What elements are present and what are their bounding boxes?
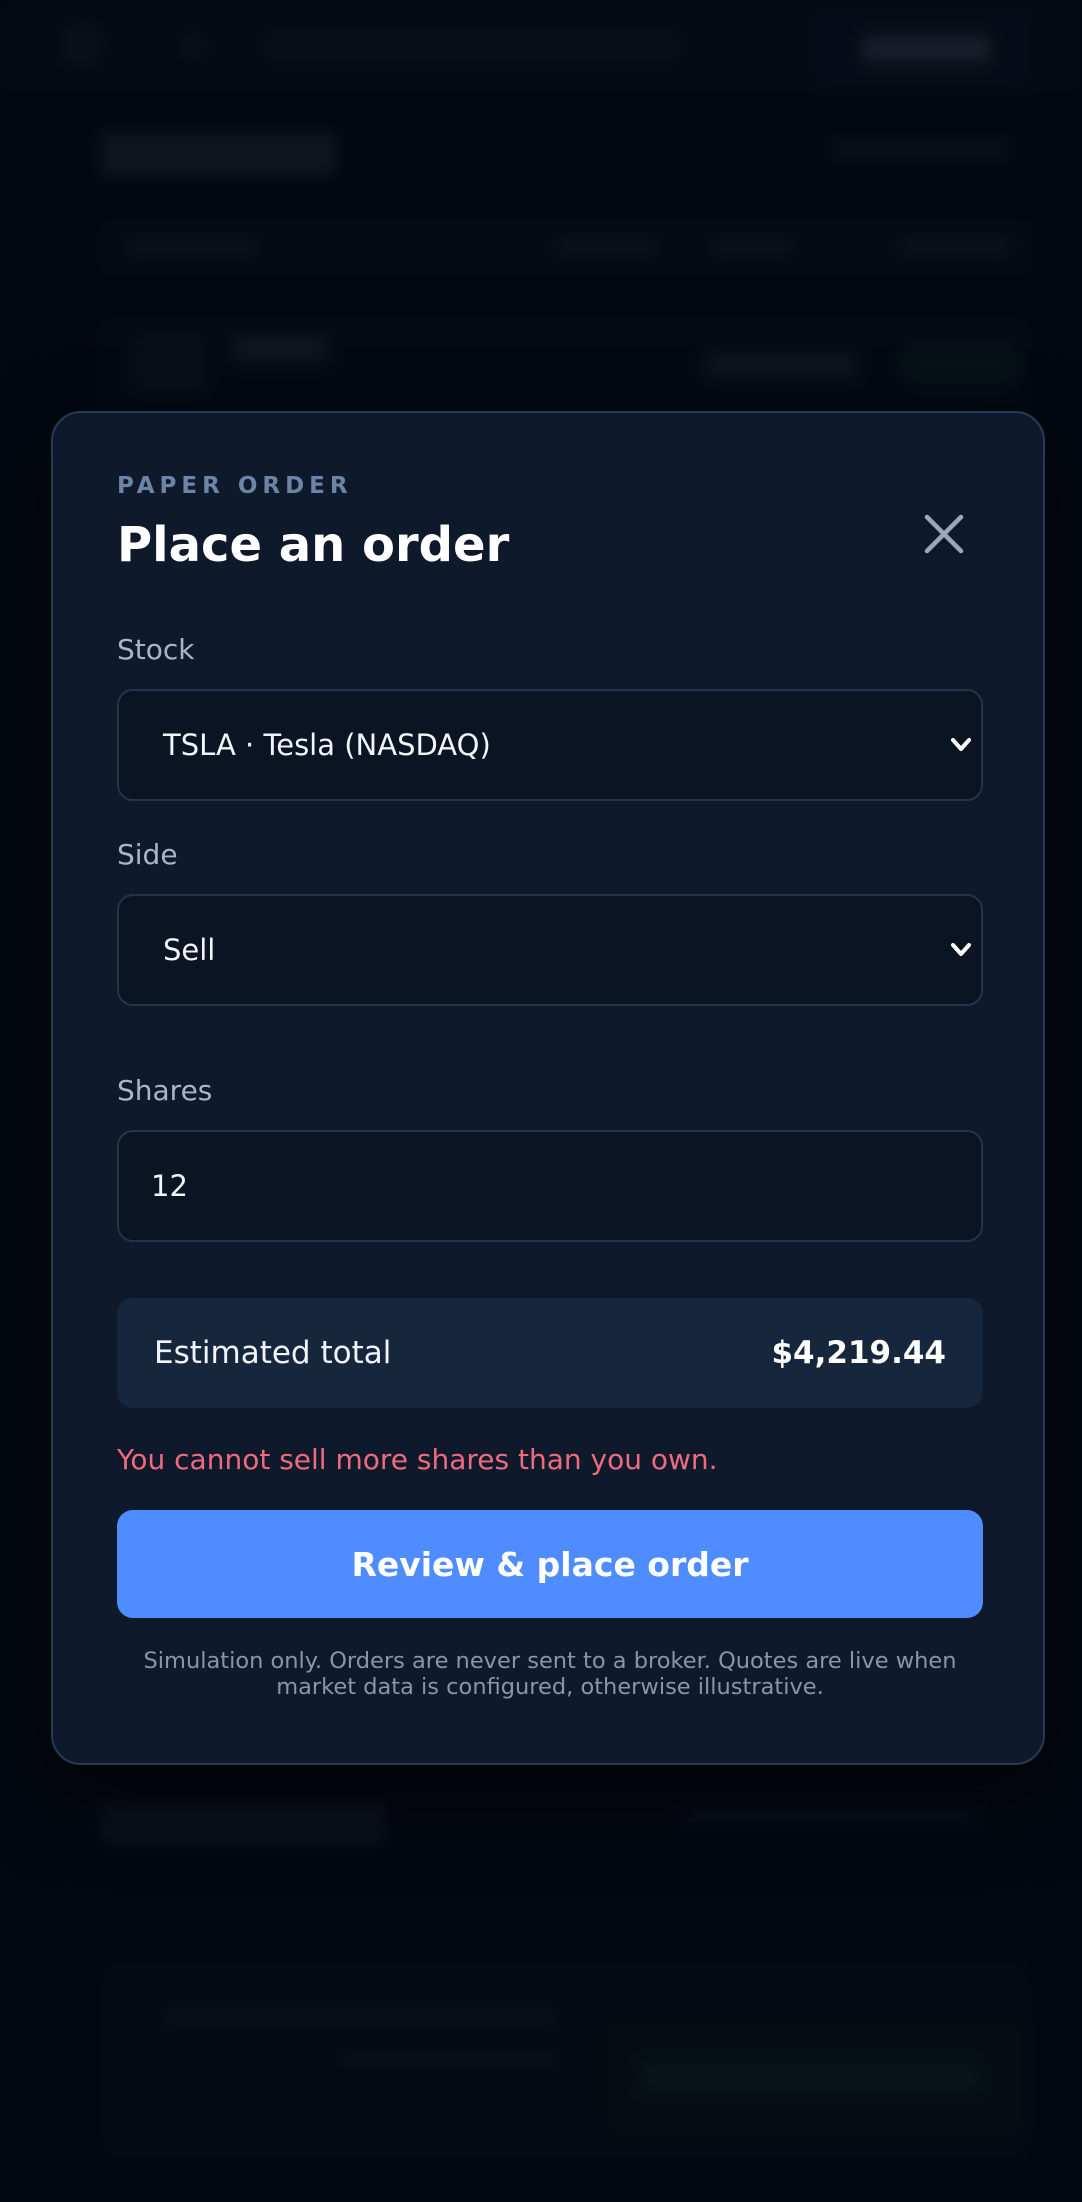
estimated-total-label: Estimated total — [154, 1335, 392, 1371]
stock-select-value: TSLA · Tesla (NASDAQ) — [163, 728, 491, 762]
disclaimer-text: Simulation only. Orders are never sent t… — [143, 1648, 957, 1700]
modal-title: Place an order — [117, 517, 510, 573]
stock-label: Stock — [117, 633, 195, 666]
order-modal: PAPER ORDER Place an order Stock TSLA · … — [51, 411, 1045, 1765]
shares-label: Shares — [117, 1074, 213, 1107]
error-message: You cannot sell more shares than you own… — [117, 1443, 718, 1476]
close-icon — [924, 514, 964, 554]
shares-input[interactable]: 12 — [117, 1130, 983, 1242]
modal-eyebrow: PAPER ORDER — [117, 473, 353, 499]
estimated-total-value: $4,219.44 — [771, 1335, 946, 1371]
shares-input-value: 12 — [151, 1169, 188, 1203]
side-label: Side — [117, 838, 178, 871]
chevron-down-icon — [951, 738, 971, 751]
side-select[interactable]: Sell — [117, 894, 983, 1006]
close-button[interactable] — [911, 501, 977, 567]
review-place-order-button[interactable]: Review & place order — [117, 1510, 983, 1618]
chevron-down-icon — [951, 943, 971, 956]
estimated-total-box: Estimated total $4,219.44 — [117, 1298, 983, 1408]
stock-select[interactable]: TSLA · Tesla (NASDAQ) — [117, 689, 983, 801]
side-select-value: Sell — [163, 933, 216, 967]
